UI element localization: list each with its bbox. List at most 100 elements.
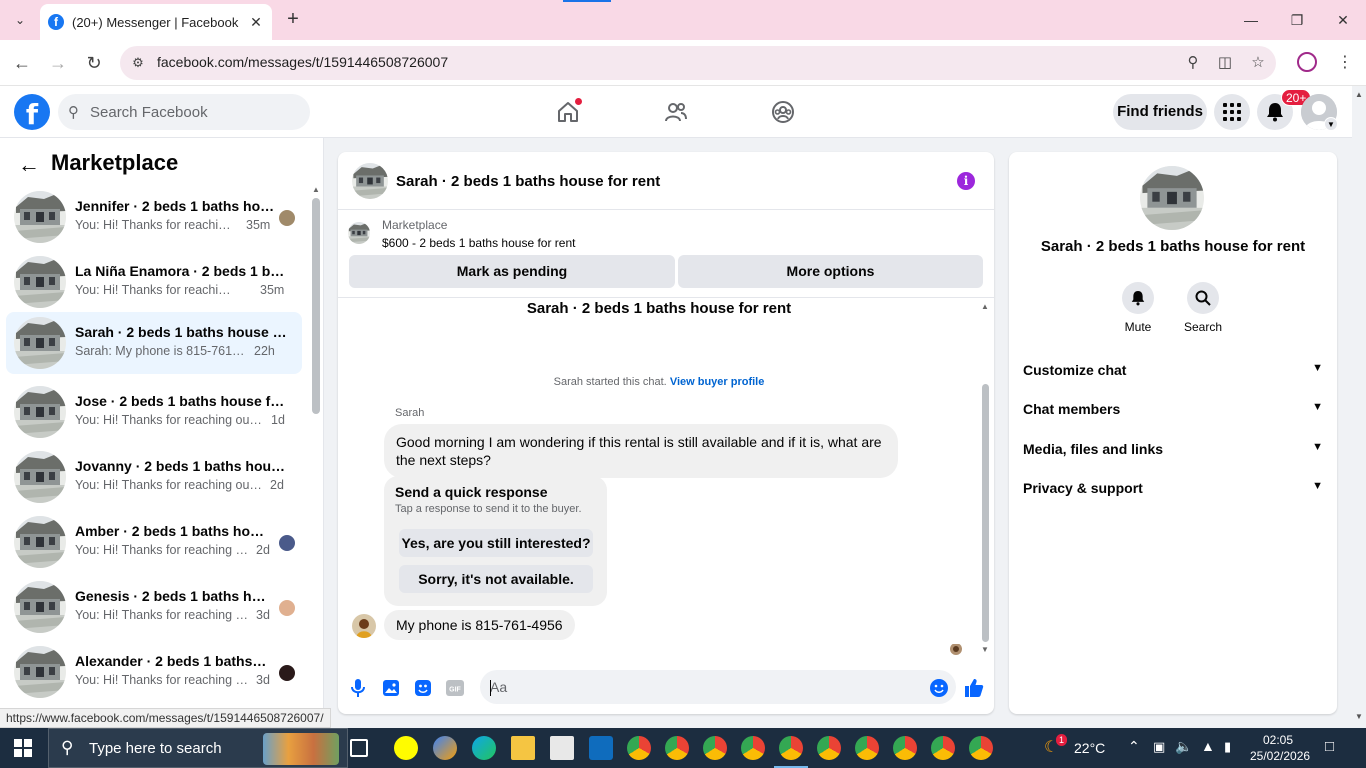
reload-icon[interactable]: ↻ (82, 51, 106, 75)
browser-profile-icon[interactable] (1297, 52, 1317, 72)
notifications-center-icon[interactable]: □ (1325, 738, 1334, 755)
new-tab-button[interactable]: + (282, 8, 304, 30)
volume-icon[interactable]: 🔈 (1175, 738, 1192, 755)
customize-chat-section[interactable]: Customize chat ▼ (1023, 362, 1323, 382)
mute-button[interactable]: Mute (1108, 282, 1168, 334)
listing-price-line[interactable]: $600 - 2 beds 1 baths house for rent (382, 236, 575, 250)
chrome-profile-8-icon[interactable] (893, 736, 917, 760)
thumbs-up-icon[interactable] (964, 678, 984, 698)
file-explorer-icon[interactable] (511, 736, 535, 760)
forward-arrow-icon[interactable]: → (46, 51, 70, 75)
chrome-profile-4-icon[interactable] (741, 736, 765, 760)
restore-button[interactable]: ❐ (1282, 8, 1312, 32)
install-app-icon[interactable]: ◫ (1214, 53, 1236, 73)
chevron-down-icon: ▼ (1312, 401, 1323, 413)
tab-search-chevron-icon[interactable]: ⌄ (8, 8, 32, 32)
quick-reply-still-interested-button[interactable]: Yes, are you still interested? (399, 529, 593, 557)
groups-icon[interactable] (769, 98, 797, 126)
sticker-icon[interactable] (413, 678, 433, 698)
message-input[interactable] (480, 670, 956, 704)
mark-as-pending-button[interactable]: Mark as pending (349, 255, 675, 288)
scroll-down-arrow-icon[interactable]: ▼ (981, 645, 989, 654)
chat-scrollbar[interactable] (982, 384, 989, 642)
chrome-profile-9-icon[interactable] (931, 736, 955, 760)
chrome-profile-7-icon[interactable] (855, 736, 879, 760)
taskbar-clock[interactable]: 02:05 25/02/2026 (1250, 732, 1310, 764)
battery-icon[interactable]: ▮ (1224, 739, 1231, 755)
chrome-profile-5-icon[interactable] (779, 736, 803, 760)
close-window-button[interactable]: ✕ (1328, 8, 1358, 32)
url-text[interactable]: facebook.com/messages/t/1591446508726007 (157, 54, 448, 70)
taskbar-search-placeholder[interactable]: Type here to search (89, 740, 222, 757)
omnibox[interactable]: ⚙ facebook.com/messages/t/15914465087260… (120, 46, 1276, 80)
conversation-item-sarah[interactable]: Sarah · 2 beds 1 baths house for rent Sa… (6, 312, 302, 374)
link-status-bar: https://www.facebook.com/messages/t/1591… (0, 708, 331, 728)
page-scroll-up-icon[interactable]: ▲ (1355, 90, 1363, 99)
site-settings-icon[interactable]: ⚙ (128, 53, 148, 73)
task-view-icon[interactable] (350, 739, 368, 757)
page-scroll-down-icon[interactable]: ▼ (1355, 712, 1363, 721)
list-scrollbar[interactable] (312, 198, 320, 414)
chat-members-section[interactable]: Chat members ▼ (1023, 401, 1323, 421)
gif-icon[interactable]: GIF (445, 678, 465, 698)
account-chevron-icon[interactable]: ▼ (1324, 117, 1338, 131)
microphone-icon[interactable] (348, 678, 368, 698)
media-files-links-section[interactable]: Media, files and links ▼ (1023, 441, 1323, 461)
hidden-icons-chevron-icon[interactable]: ⌃ (1128, 738, 1140, 755)
taskbar-search[interactable]: ⚲ Type here to search (48, 728, 348, 768)
copilot-icon[interactable] (433, 736, 457, 760)
chrome-profile-2-icon[interactable] (665, 736, 689, 760)
conversation-item-genesis[interactable]: Genesis · 2 beds 1 baths house for rent … (6, 576, 302, 638)
conversation-time: 2d (270, 478, 284, 492)
chrome-profile-1-icon[interactable] (627, 736, 651, 760)
view-buyer-profile-link[interactable]: View buyer profile (670, 376, 765, 388)
chrome-profile-6-icon[interactable] (817, 736, 841, 760)
more-options-button[interactable]: More options (678, 255, 983, 288)
outlook-icon[interactable] (589, 736, 613, 760)
wifi-icon[interactable]: ▲ (1201, 738, 1215, 754)
tab-close-icon[interactable]: ✕ (248, 14, 264, 31)
find-friends-button[interactable]: Find friends (1113, 94, 1207, 130)
photo-icon[interactable] (381, 678, 401, 698)
conversation-name: Genesis · 2 beds 1 baths house for rent (75, 588, 267, 604)
conversation-item-amber[interactable]: Amber · 2 beds 1 baths house for rent Yo… (6, 511, 302, 573)
conversation-item-jovanny[interactable]: Jovanny · 2 beds 1 baths house for rent … (6, 446, 302, 508)
scroll-up-arrow-icon[interactable]: ▲ (312, 185, 320, 194)
friends-icon[interactable] (662, 98, 690, 126)
browser-tab[interactable]: f (20+) Messenger | Facebook ✕ (40, 4, 272, 40)
chrome-profile-3-icon[interactable] (703, 736, 727, 760)
listing-avatar[interactable] (352, 163, 388, 199)
emoji-icon[interactable] (929, 678, 949, 698)
privacy-support-section[interactable]: Privacy & support ▼ (1023, 480, 1323, 500)
chrome-profile-10-icon[interactable] (969, 736, 993, 760)
back-arrow-icon[interactable]: ← (18, 152, 40, 178)
minimize-button[interactable]: — (1236, 8, 1266, 32)
meet-now-icon[interactable]: ▣ (1153, 739, 1165, 755)
microsoft-store-icon[interactable] (550, 736, 574, 760)
quick-response-subtitle: Tap a response to send it to the buyer. (395, 503, 582, 515)
conversation-item-alexander[interactable]: Alexander · 2 beds 1 baths house for ren… (6, 641, 302, 703)
back-arrow-icon[interactable]: ← (10, 51, 34, 75)
windows-start-icon[interactable] (14, 739, 32, 757)
menu-grid-icon[interactable] (1214, 94, 1250, 130)
conversation-item-jennifer[interactable]: Jennifer · 2 beds 1 baths house for rent… (6, 186, 302, 248)
quick-reply-not-available-button[interactable]: Sorry, it's not available. (399, 565, 593, 593)
scroll-up-arrow-icon[interactable]: ▲ (981, 302, 989, 311)
conversation-item-la-nina-enamora[interactable]: La Niña Enamora · 2 beds 1 baths house f… (6, 251, 302, 313)
chat-title[interactable]: Sarah · 2 beds 1 baths house for rent (396, 173, 660, 190)
search-in-chat-button[interactable]: Search (1173, 282, 1233, 334)
facebook-search[interactable]: ⚲ Search Facebook (58, 94, 310, 130)
conversation-item-jose[interactable]: Jose · 2 beds 1 baths house for rent You… (6, 381, 302, 443)
browser-menu-icon[interactable]: ⋮ (1337, 52, 1353, 72)
search-highlight-image[interactable] (263, 733, 339, 765)
sender-avatar[interactable] (352, 614, 376, 638)
facebook-logo-icon[interactable]: f (14, 94, 50, 131)
edge-icon[interactable] (472, 736, 496, 760)
snapchat-icon[interactable] (394, 736, 418, 760)
listing-avatar-large[interactable] (1140, 166, 1204, 230)
info-icon[interactable]: i (957, 172, 975, 190)
zoom-icon[interactable]: ⚲ (1182, 53, 1204, 73)
bookmark-star-icon[interactable]: ☆ (1247, 53, 1269, 73)
temperature-text[interactable]: 22°C (1074, 740, 1105, 756)
search-placeholder[interactable]: Search Facebook (90, 104, 208, 121)
